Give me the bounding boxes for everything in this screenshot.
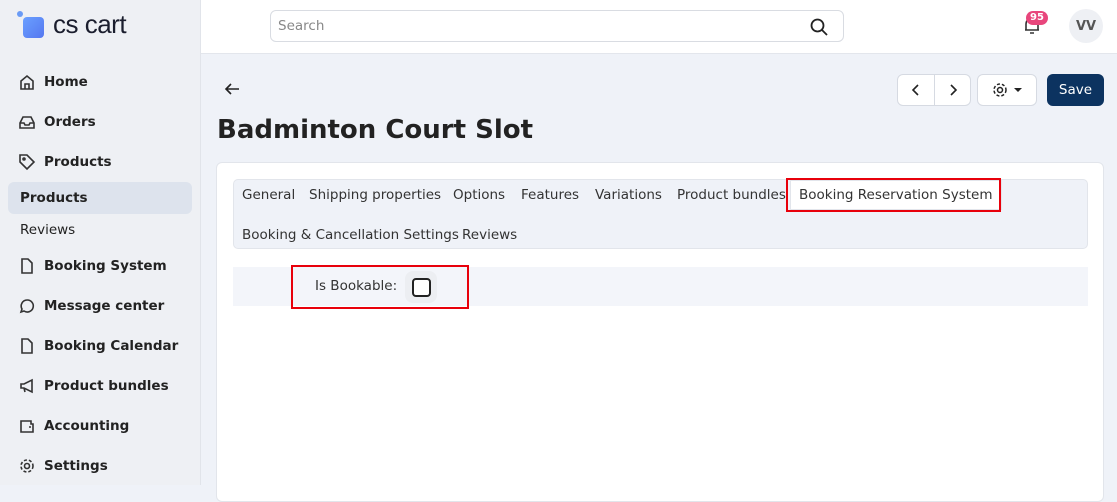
- wallet-icon: [20, 420, 34, 433]
- page-title: Badminton Court Slot: [217, 115, 534, 145]
- gear-icon: [20, 459, 34, 473]
- tab-variations[interactable]: Variations: [595, 187, 662, 203]
- sidebar-item-orders[interactable]: Orders: [8, 106, 192, 138]
- prev-button[interactable]: [897, 74, 935, 106]
- file-icon: [21, 258, 33, 274]
- home-icon: [20, 74, 34, 90]
- tab-product-bundles[interactable]: Product bundles: [677, 187, 786, 203]
- logo[interactable]: cs cart: [17, 9, 127, 40]
- tab-options[interactable]: Options: [453, 187, 505, 203]
- search-input[interactable]: Search: [270, 10, 844, 42]
- gear-icon: [993, 83, 1007, 97]
- inbox-icon: [19, 116, 35, 129]
- file-icon: [21, 338, 33, 354]
- sidebar-item-accounting[interactable]: Accounting: [8, 410, 192, 442]
- avatar[interactable]: VV: [1069, 9, 1103, 43]
- tab-general[interactable]: General: [242, 187, 295, 203]
- back-arrow-icon[interactable]: [224, 81, 240, 97]
- sidebar-item-product-bundles[interactable]: Product bundles: [8, 370, 192, 402]
- sidebar-item-products-sub[interactable]: Products: [8, 182, 192, 214]
- notification-badge: 95: [1026, 11, 1048, 25]
- logo-icon: [17, 11, 44, 38]
- chevron-left-icon: [911, 84, 919, 96]
- next-button[interactable]: [934, 74, 971, 106]
- chat-icon: [19, 299, 35, 314]
- sidebar-item-message-center[interactable]: Message center: [8, 290, 192, 322]
- tab-reviews[interactable]: Reviews: [462, 227, 517, 243]
- sidebar-item-settings[interactable]: Settings: [8, 450, 192, 482]
- highlight-box-tab: [786, 178, 1001, 212]
- sidebar-item-home[interactable]: Home: [8, 66, 192, 98]
- sidebar-item-products[interactable]: Products: [8, 146, 192, 178]
- tag-icon: [19, 154, 36, 171]
- highlight-box-checkbox: [291, 265, 469, 309]
- sidebar-item-booking-system[interactable]: Booking System: [8, 250, 192, 282]
- caret-down-icon: [1014, 88, 1022, 92]
- sidebar-item-reviews[interactable]: Reviews: [8, 214, 192, 246]
- chevron-right-icon: [949, 84, 957, 96]
- tab-features[interactable]: Features: [521, 187, 579, 203]
- settings-dropdown-button[interactable]: [977, 74, 1037, 106]
- search-icon[interactable]: [809, 17, 829, 37]
- tab-shipping-properties[interactable]: Shipping properties: [309, 187, 441, 203]
- header: Search 95 VV: [201, 0, 1117, 54]
- sidebar-item-booking-calendar[interactable]: Booking Calendar: [8, 330, 192, 362]
- product-card: General Shipping properties Options Feat…: [216, 162, 1104, 502]
- tab-booking-cancellation-settings[interactable]: Booking & Cancellation Settings: [242, 227, 459, 243]
- sidebar: cs cart Home Orders Products Products Re…: [0, 0, 201, 485]
- megaphone-icon: [20, 378, 33, 394]
- save-button[interactable]: Save: [1047, 74, 1104, 106]
